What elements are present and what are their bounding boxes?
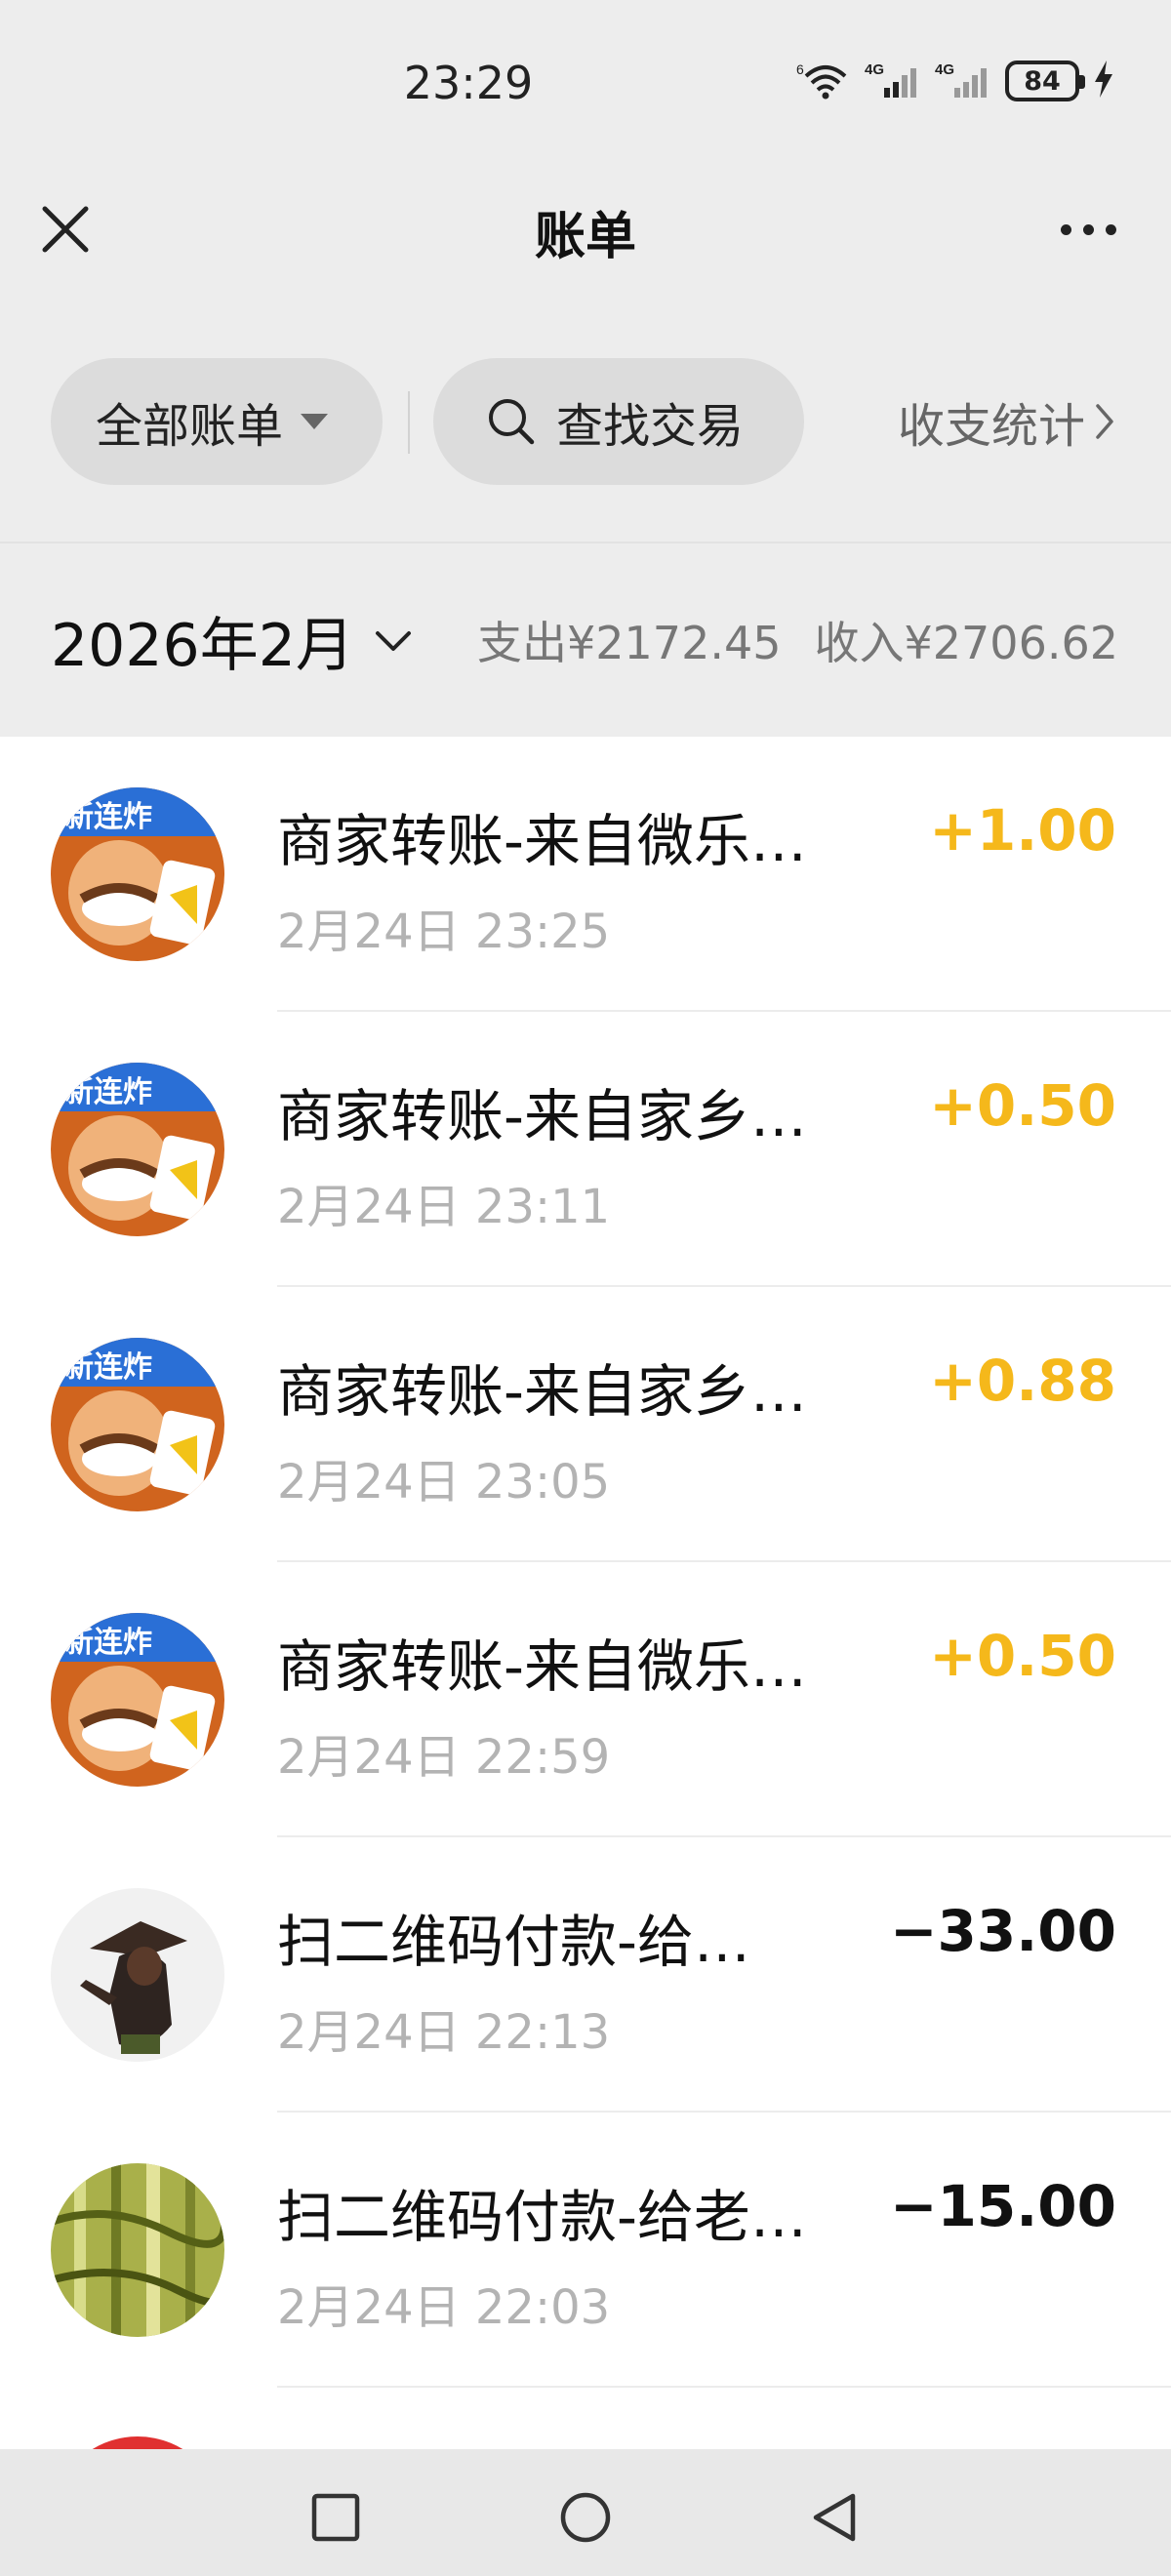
filter-row: 全部账单 查找交易 收支统计 bbox=[0, 356, 1171, 487]
transaction-time: 2月24日 23:11 bbox=[277, 1180, 611, 1234]
transaction-row[interactable]: 新连炸 商家转账-来自家乡… 2月24日 23:05 +0.88 bbox=[0, 1287, 1171, 1562]
more-button[interactable] bbox=[1044, 195, 1132, 263]
month-picker[interactable]: 2026年2月 bbox=[51, 598, 413, 683]
game-avatar: 新连炸 bbox=[51, 1063, 224, 1236]
chevron-right-icon bbox=[1096, 404, 1113, 439]
transaction-amount: −15.00 bbox=[889, 2173, 1116, 2239]
bamboo-avatar bbox=[51, 2163, 224, 2337]
transaction-title: 扫二维码付款-给… bbox=[277, 1909, 750, 1975]
search-transaction-button[interactable]: 查找交易 bbox=[433, 358, 804, 485]
more-icon bbox=[1060, 223, 1071, 235]
stats-label: 收支统计 bbox=[897, 399, 1085, 454]
svg-text:新连炸: 新连炸 bbox=[64, 1075, 152, 1109]
svg-text:新连炸: 新连炸 bbox=[64, 1350, 152, 1385]
expense-total: 支出¥2172.45 bbox=[477, 617, 782, 669]
month-header: 2026年2月 支出¥2172.45 收入¥2706.62 bbox=[0, 543, 1171, 737]
transaction-amount: +0.88 bbox=[929, 1348, 1116, 1414]
transaction-title: 商家转账-来自家乡… bbox=[277, 1083, 807, 1149]
warrior-avatar bbox=[51, 1888, 224, 2062]
transaction-row[interactable]: 新连炸 商家转账-来自微乐… 2月24日 23:25 +1.00 bbox=[0, 737, 1171, 1012]
system-nav-bar bbox=[0, 2449, 1171, 2576]
signal-4g-icon-2: 4G bbox=[935, 59, 991, 103]
transaction-row[interactable]: 新连炸 商家转账-来自微乐… 2月24日 22:59 +0.50 bbox=[0, 1562, 1171, 1837]
status-bar: 23:29 6 4G 4G 84 bbox=[0, 0, 1171, 166]
income-total: 收入¥2706.62 bbox=[814, 617, 1119, 669]
transaction-amount: +0.50 bbox=[929, 1623, 1116, 1689]
month-summary: 支出¥2172.45 收入¥2706.62 bbox=[477, 608, 1118, 672]
transaction-row[interactable]: 新连炸 商家转账-来自家乡… 2月24日 23:11 +0.50 bbox=[0, 1012, 1171, 1287]
dropdown-caret-icon bbox=[301, 414, 329, 429]
home-button[interactable] bbox=[546, 2478, 625, 2556]
transaction-time: 2月24日 22:59 bbox=[277, 1730, 611, 1785]
game-avatar: 新连炸 bbox=[51, 1338, 224, 1511]
transaction-list: 新连炸 商家转账-来自微乐… 2月24日 23:25 +1.00 新连炸 商家转… bbox=[0, 737, 1171, 2449]
triangle-back-icon bbox=[813, 2493, 856, 2542]
transaction-row[interactable]: 扫二维码付款-给… 2月24日 22:13 −33.00 bbox=[0, 1837, 1171, 2113]
all-bills-dropdown[interactable]: 全部账单 bbox=[51, 358, 383, 485]
transaction-title: 扫二维码付款-给老… bbox=[277, 2184, 807, 2250]
transaction-title: 商家转账-来自家乡… bbox=[277, 1358, 807, 1425]
search-label: 查找交易 bbox=[556, 399, 745, 454]
more-icon-dot bbox=[1082, 223, 1094, 235]
transaction-time: 2月24日 23:25 bbox=[277, 905, 611, 959]
transaction-amount: +0.50 bbox=[929, 1072, 1116, 1139]
recent-apps-button[interactable] bbox=[297, 2478, 375, 2556]
divider bbox=[408, 391, 410, 454]
square-icon bbox=[311, 2493, 360, 2542]
network-label: 4G bbox=[865, 61, 884, 78]
charging-icon bbox=[1093, 59, 1114, 103]
status-icons: 6 4G 4G 84 bbox=[796, 59, 1114, 103]
wifi-icon: 6 bbox=[796, 59, 851, 103]
network-label: 4G bbox=[935, 61, 954, 78]
battery-level: 84 bbox=[1024, 65, 1061, 97]
title-bar: 账单 bbox=[0, 166, 1171, 293]
svg-text:新连炸: 新连炸 bbox=[64, 800, 152, 834]
page-title: 账单 bbox=[534, 208, 636, 266]
transaction-title: 商家转账-来自微乐… bbox=[277, 808, 807, 874]
stats-link[interactable]: 收支统计 bbox=[898, 356, 1116, 487]
all-bills-label: 全部账单 bbox=[96, 399, 284, 454]
transaction-time: 2月24日 22:03 bbox=[277, 2280, 611, 2335]
transaction-amount: +1.00 bbox=[929, 797, 1116, 864]
transaction-time: 2月24日 23:05 bbox=[277, 1455, 611, 1509]
wifi-badge: 6 bbox=[796, 61, 804, 77]
transaction-time: 2月24日 22:13 bbox=[277, 2005, 611, 2060]
transaction-title: 商家转账-来自微乐… bbox=[277, 1633, 807, 1700]
signal-4g-icon: 4G bbox=[865, 59, 921, 103]
battery-indicator: 84 bbox=[1005, 60, 1085, 101]
chevron-down-icon bbox=[375, 630, 411, 651]
svg-text:新连炸: 新连炸 bbox=[64, 1626, 152, 1660]
game-avatar: 新连炸 bbox=[51, 1613, 224, 1787]
circle-icon bbox=[560, 2492, 611, 2543]
month-label: 2026年2月 bbox=[51, 612, 354, 680]
back-button[interactable] bbox=[796, 2478, 874, 2556]
partial-avatar bbox=[51, 2436, 224, 2449]
more-icon-dot bbox=[1105, 223, 1116, 235]
game-avatar: 新连炸 bbox=[51, 787, 224, 961]
transaction-amount: −33.00 bbox=[889, 1898, 1116, 1964]
transaction-row[interactable]: 扫二维码付款-给老… 2月24日 22:03 −15.00 bbox=[0, 2113, 1171, 2388]
search-icon bbox=[489, 399, 535, 445]
transaction-row-partial[interactable] bbox=[0, 2388, 1171, 2449]
